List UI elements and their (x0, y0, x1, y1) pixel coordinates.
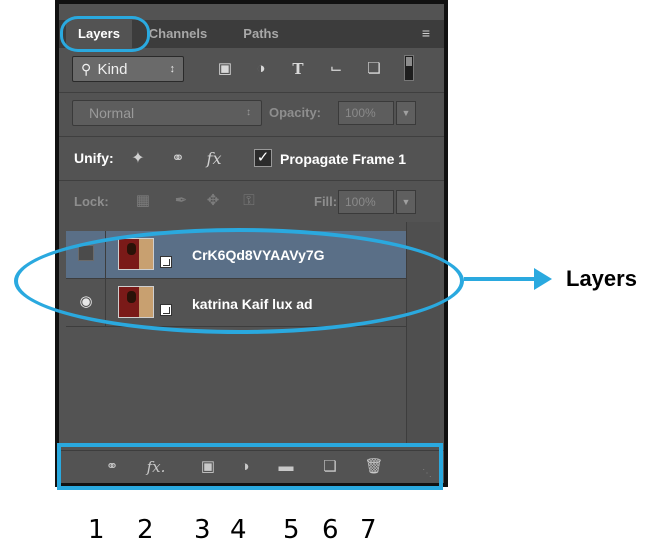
annotation-arrow-line (464, 277, 534, 281)
unify-label: Unify: (74, 150, 114, 166)
fill-label: Fill: (314, 194, 338, 209)
annotation-arrow-head (534, 268, 552, 290)
divider (59, 180, 444, 181)
type-filter-icon[interactable]: T (287, 59, 309, 79)
lock-transparent-icon[interactable]: ▦ (132, 191, 154, 211)
opacity-field[interactable]: 100% (338, 101, 394, 125)
annotation-number: 6 (322, 515, 339, 545)
divider (59, 92, 444, 93)
lock-move-icon[interactable]: ✥ (202, 191, 224, 211)
annotation-number: 2 (137, 515, 154, 545)
tab-paths[interactable]: Paths (224, 20, 298, 48)
adjustment-filter-icon[interactable]: ◑ (250, 59, 272, 79)
annotation-number: 1 (88, 515, 105, 545)
opacity-dropdown-icon[interactable]: ▼ (396, 101, 416, 125)
opacity-label: Opacity: (269, 105, 322, 120)
fill-dropdown-icon[interactable]: ▼ (396, 190, 416, 214)
filter-toggle[interactable] (404, 55, 414, 81)
unify-position-icon[interactable]: ✦ (124, 147, 152, 171)
blend-mode-select[interactable]: Normal ↕ (72, 100, 262, 126)
unify-style-icon[interactable]: fx (200, 147, 228, 171)
divider (59, 136, 444, 137)
lock-all-icon[interactable]: ⚿ (238, 191, 260, 211)
search-icon: ⚲ (81, 61, 92, 77)
kind-label: Kind (97, 61, 128, 78)
smart-object-filter-icon[interactable]: ❏ (363, 59, 385, 79)
annotation-layers-label: Layers (566, 266, 637, 291)
annotation-number: 3 (194, 515, 211, 545)
bottom-bar-highlight (57, 443, 443, 490)
lock-paint-brush-icon[interactable]: ✒ (170, 191, 192, 211)
lock-label: Lock: (74, 194, 109, 209)
propagate-frame-label: Propagate Frame 1 (280, 151, 407, 167)
updown-arrow-icon: ↕ (169, 63, 176, 75)
layers-ellipse-highlight (14, 228, 464, 334)
blend-mode-value: Normal (89, 105, 135, 121)
layers-tab-highlight (60, 16, 150, 52)
fill-field[interactable]: 100% (338, 190, 394, 214)
shape-filter-icon[interactable]: ⌙ (325, 59, 347, 79)
annotation-number: 7 (360, 515, 377, 545)
annotation-number: 4 (230, 515, 247, 545)
image-filter-icon[interactable]: ▣ (214, 59, 236, 79)
propagate-frame-checkbox[interactable]: ✓ (254, 149, 272, 167)
panel-menu-icon[interactable]: ≡ (414, 24, 438, 42)
unify-visibility-icon[interactable]: ⚭ (164, 147, 192, 171)
kind-filter-select[interactable]: ⚲ Kind ↕ (72, 56, 184, 82)
annotation-number: 5 (283, 515, 300, 545)
updown-arrow-icon: ↕ (246, 107, 251, 118)
